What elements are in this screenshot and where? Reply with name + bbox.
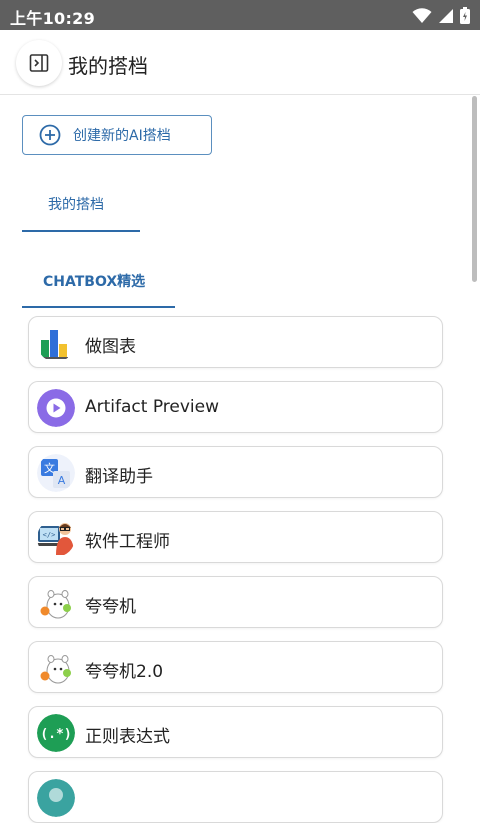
- copilot-card-praiser[interactable]: 夸夸机: [28, 576, 443, 628]
- status-icons: [412, 7, 470, 24]
- svg-text:A: A: [58, 474, 66, 487]
- tab-chatbox-featured-underline: [22, 306, 175, 308]
- app-bar: 我的搭档: [0, 30, 480, 95]
- copilot-name: 做图表: [85, 337, 136, 357]
- play-icon: [37, 389, 75, 427]
- page-title: 我的搭档: [68, 54, 148, 78]
- copilot-name: Artifact Preview: [85, 397, 219, 417]
- copilot-name: 夸夸机: [85, 597, 136, 617]
- status-time: 上午10:29: [10, 9, 96, 28]
- copilot-card-software-engineer[interactable]: </> 软件工程师: [28, 511, 443, 563]
- svg-text:</>: </>: [43, 531, 56, 539]
- plus-circle-icon: [39, 124, 61, 146]
- create-copilot-label: 创建新的AI搭档: [73, 128, 171, 144]
- copilot-card-regex[interactable]: (.*) 正则表达式: [28, 706, 443, 758]
- tab-my-copilots-label: 我的搭档: [48, 197, 104, 213]
- create-copilot-button[interactable]: 创建新的AI搭档: [22, 115, 212, 155]
- copilot-name: 软件工程师: [85, 532, 170, 552]
- copilot-name: 夸夸机2.0: [85, 662, 164, 682]
- copilot-name: 正则表达式: [85, 727, 170, 747]
- regex-icon: (.*): [37, 714, 75, 752]
- copilot-card-praiser-2[interactable]: 夸夸机2.0: [28, 641, 443, 693]
- cartoon-avatar-icon: [37, 584, 75, 622]
- signal-icon: [439, 8, 453, 23]
- scrollbar[interactable]: [472, 96, 477, 282]
- tab-my-copilots-underline: [22, 230, 140, 232]
- battery-icon: [460, 7, 470, 24]
- sidebar-toggle-button[interactable]: [16, 40, 62, 86]
- cartoon-avatar-icon: [37, 649, 75, 687]
- teal-avatar-icon: [37, 779, 75, 817]
- status-bar: 上午10:29: [0, 0, 480, 30]
- copilot-card-partial[interactable]: [28, 771, 443, 823]
- copilot-card-artifact-preview[interactable]: Artifact Preview: [28, 381, 443, 433]
- translate-icon: 文 A: [37, 454, 75, 492]
- copilot-name: 翻译助手: [85, 467, 153, 487]
- software-engineer-icon: </>: [37, 519, 75, 557]
- wifi-icon: [412, 7, 432, 23]
- copilot-card-translator[interactable]: 文 A 翻译助手: [28, 446, 443, 498]
- copilot-card-chart[interactable]: 做图表: [28, 316, 443, 368]
- svg-text:(.*): (.*): [40, 727, 71, 742]
- bar-chart-icon: [37, 324, 75, 362]
- sidebar-toggle-icon: [29, 54, 49, 72]
- tab-chatbox-featured-label: CHATBOX精选: [43, 274, 146, 290]
